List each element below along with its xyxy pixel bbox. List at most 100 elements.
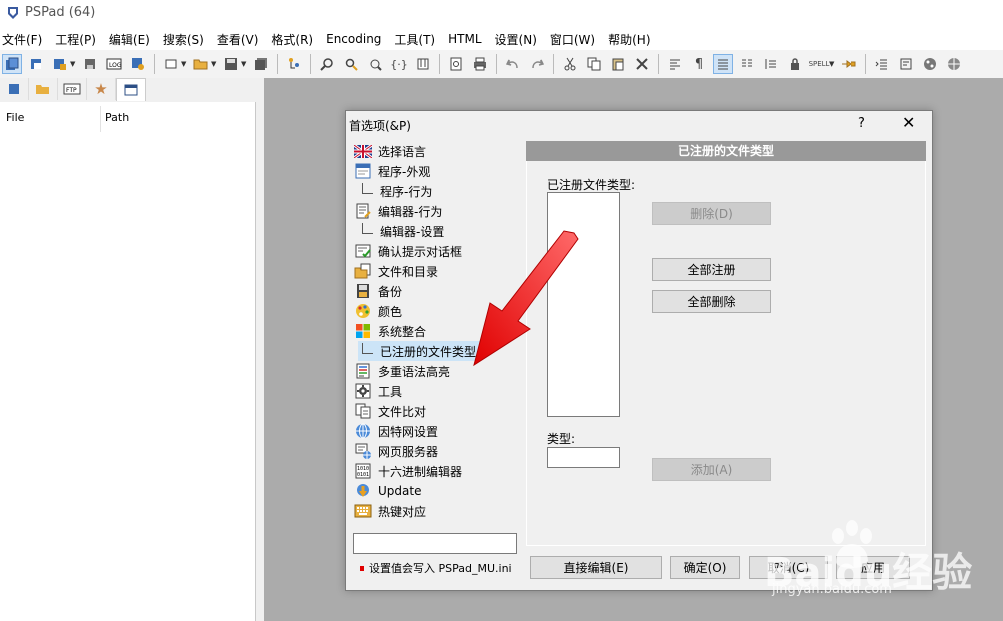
palette-tool-icon[interactable] <box>920 54 940 74</box>
tree-item[interactable]: 1010 0101 十六进制编辑器 <box>354 461 462 481</box>
redo-icon[interactable] <box>527 54 547 74</box>
menu-item[interactable]: 帮助(H) <box>602 31 657 48</box>
file-list[interactable]: File Path <box>0 102 256 621</box>
tree-connector-icon <box>362 182 373 194</box>
save-all-icon[interactable] <box>251 54 271 74</box>
tab-projects[interactable] <box>0 78 29 100</box>
copy-icon[interactable] <box>584 54 604 74</box>
tree-item[interactable]: 确认提示对话框 <box>354 241 462 261</box>
menu-item[interactable]: 搜索(S) <box>157 31 211 48</box>
paste-icon[interactable] <box>608 54 628 74</box>
text-icon[interactable] <box>896 54 916 74</box>
format-icon[interactable] <box>665 54 685 74</box>
project-settings-icon[interactable] <box>128 54 148 74</box>
indent-icon[interactable] <box>872 54 892 74</box>
register-all-button[interactable]: 全部注册 <box>652 258 771 281</box>
pilcrow-icon[interactable]: ¶ <box>689 54 709 74</box>
undo-icon[interactable] <box>503 54 523 74</box>
menu-item[interactable]: 编辑(E) <box>103 31 157 48</box>
tree-item[interactable]: 网页服务器 <box>354 441 438 461</box>
tree-item[interactable]: 多重语法高亮 <box>354 361 450 381</box>
tree-item[interactable]: Update <box>354 481 421 501</box>
menu-item[interactable]: 工程(P) <box>49 31 103 48</box>
type-input[interactable] <box>547 447 620 468</box>
dropdown-arrow-icon[interactable]: ▼ <box>829 60 837 68</box>
tree-item[interactable]: 编辑器-行为 <box>354 201 442 221</box>
dropdown-arrow-icon[interactable]: ▼ <box>181 60 189 68</box>
menu-item[interactable]: 查看(V) <box>211 31 266 48</box>
menu-item[interactable]: 文件(F) <box>0 31 49 48</box>
column-header-file[interactable]: File <box>6 111 24 124</box>
column-divider[interactable] <box>100 106 101 132</box>
column-header-path[interactable]: Path <box>105 111 129 124</box>
project-save-icon[interactable] <box>80 54 100 74</box>
tab-files[interactable] <box>29 78 58 100</box>
tab-favorites[interactable]: ★ <box>87 78 116 100</box>
tree-item[interactable]: 程序-外观 <box>354 161 430 181</box>
find-files-icon[interactable] <box>365 54 385 74</box>
menu-item[interactable]: 工具(T) <box>388 31 442 48</box>
ok-button[interactable]: 确定(O) <box>670 556 740 579</box>
delete-button[interactable]: 删除(D) <box>652 202 771 225</box>
dropdown-arrow-icon[interactable]: ▼ <box>70 60 78 68</box>
open-folder-icon[interactable] <box>191 54 211 74</box>
windows-logo-icon <box>354 322 372 340</box>
tab-ftp[interactable]: FTP <box>58 78 87 100</box>
save-icon[interactable] <box>221 54 241 74</box>
help-button[interactable]: ? <box>858 116 865 131</box>
open-project-icon[interactable] <box>26 54 46 74</box>
delete-all-button[interactable]: 全部删除 <box>652 290 771 313</box>
tree-icon[interactable] <box>284 54 304 74</box>
tree-item-label: 系统整合 <box>378 324 427 339</box>
tree-item[interactable]: 文件和目录 <box>354 261 438 281</box>
lock-icon[interactable] <box>785 54 805 74</box>
print-preview-icon[interactable] <box>446 54 466 74</box>
log-icon[interactable]: LOG <box>104 54 124 74</box>
pin-icon[interactable] <box>839 54 859 74</box>
tab-open-files[interactable] <box>116 78 146 101</box>
column-icon[interactable] <box>737 54 757 74</box>
close-icon[interactable]: ✕ <box>902 113 915 132</box>
tree-item[interactable]: 工具 <box>354 381 402 401</box>
tree-item[interactable]: 颜色 <box>354 301 402 321</box>
delete-x-icon[interactable] <box>632 54 652 74</box>
direct-edit-button[interactable]: 直接编辑(E) <box>530 556 662 579</box>
tree-item-label: 热键对应 <box>378 504 427 519</box>
window-icon <box>354 162 372 180</box>
print-icon[interactable] <box>470 54 490 74</box>
cut-icon[interactable] <box>560 54 580 74</box>
tree-item[interactable]: 因特网设置 <box>354 421 438 441</box>
project-files-icon[interactable] <box>50 54 70 74</box>
tree-filter-input[interactable] <box>353 533 517 554</box>
tree-item[interactable]: 程序-行为 <box>358 181 432 201</box>
tree-item[interactable]: 备份 <box>354 281 402 301</box>
new-file-icon[interactable] <box>161 54 181 74</box>
bookmark-icon[interactable] <box>413 54 433 74</box>
braces-icon[interactable]: {·} <box>389 54 409 74</box>
toolbar-separator <box>553 54 554 74</box>
menu-item[interactable]: HTML <box>442 32 488 46</box>
tree-item[interactable]: 系统整合 <box>354 321 426 341</box>
tree-item[interactable]: 编辑器-设置 <box>358 221 444 241</box>
folder-file-icon <box>354 262 372 280</box>
add-button[interactable]: 添加(A) <box>652 458 771 481</box>
new-project-icon[interactable] <box>2 54 22 74</box>
tree-item[interactable]: 热键对应 <box>354 501 426 521</box>
ruler-icon[interactable] <box>761 54 781 74</box>
spell-check-icon[interactable]: SPELL <box>809 54 830 74</box>
search-icon[interactable] <box>317 54 337 74</box>
dropdown-arrow-icon[interactable]: ▼ <box>211 60 219 68</box>
tree-item-label: 文件比对 <box>378 404 427 419</box>
tree-item[interactable]: 选择语言 <box>354 141 426 161</box>
dropdown-arrow-icon[interactable]: ▼ <box>241 60 249 68</box>
menu-item[interactable]: Encoding <box>320 32 388 46</box>
tree-item[interactable]: 文件比对 <box>354 401 426 421</box>
word-wrap-icon[interactable] <box>713 54 733 74</box>
menu-item[interactable]: 格式(R) <box>265 31 320 48</box>
menu-item[interactable]: 设置(N) <box>489 31 544 48</box>
replace-icon[interactable] <box>341 54 361 74</box>
menu-item[interactable]: 窗口(W) <box>544 31 602 48</box>
web-icon[interactable] <box>944 54 964 74</box>
toolbar-separator <box>496 54 497 74</box>
tree-item-label: 工具 <box>378 384 403 399</box>
